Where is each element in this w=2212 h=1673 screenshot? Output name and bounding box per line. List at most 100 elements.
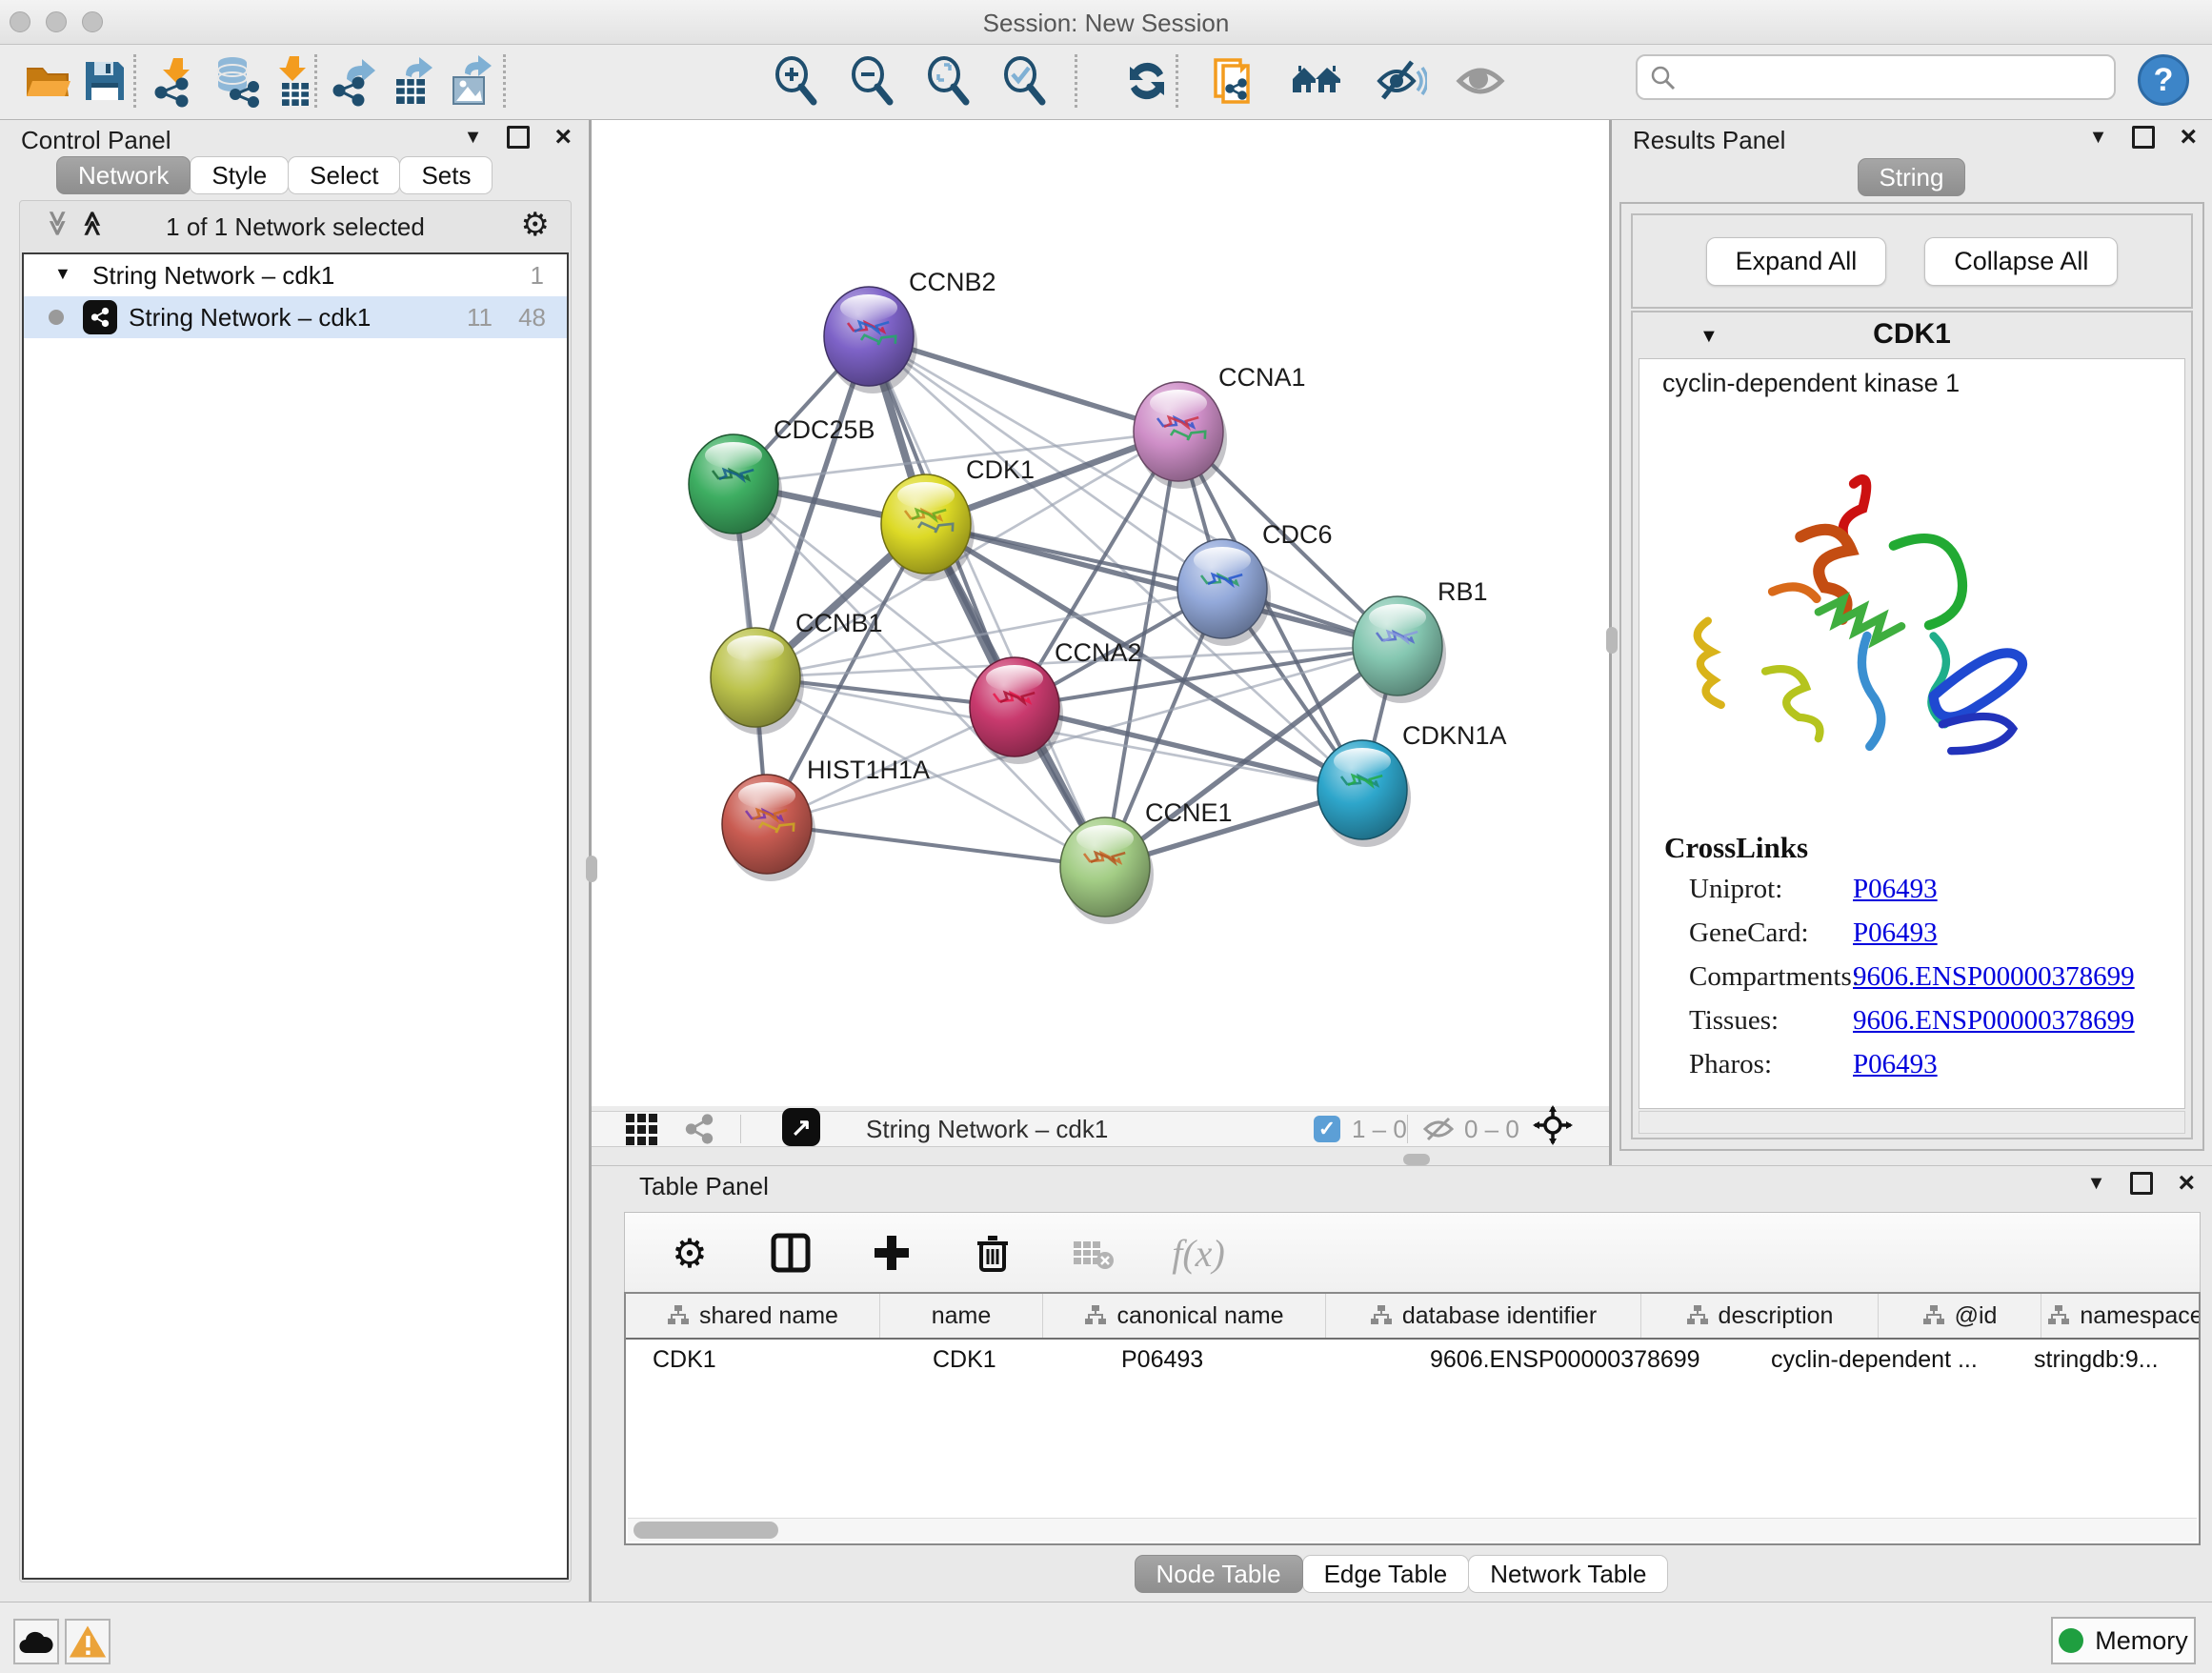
table-cell[interactable]: CDK1 xyxy=(906,1340,1095,1381)
selected-checkbox-icon[interactable]: ✓ xyxy=(1314,1116,1340,1142)
import-network-button[interactable] xyxy=(145,52,202,110)
network-node-CDK1[interactable]: CDK1 xyxy=(881,455,1035,581)
zoom-in-button[interactable] xyxy=(768,52,825,110)
panel-float-icon[interactable] xyxy=(2130,1172,2153,1195)
fit-selected-crosshair-icon[interactable] xyxy=(1533,1108,1573,1142)
zoom-fit-button[interactable] xyxy=(920,52,977,110)
tree-expander-icon[interactable]: ▼ xyxy=(54,264,71,284)
collapse-all-button[interactable]: Collapse All xyxy=(1924,237,2118,286)
panel-collapse-icon[interactable]: ▼ xyxy=(2087,1173,2106,1195)
scrollbar-thumb[interactable] xyxy=(633,1522,778,1539)
panel-float-icon[interactable] xyxy=(507,126,530,149)
import-database-button[interactable] xyxy=(208,52,265,110)
column-header-database-identifier[interactable]: database identifier xyxy=(1326,1294,1641,1338)
table-cell[interactable]: stringdb xyxy=(2196,1340,2201,1381)
results-scroll-strip[interactable] xyxy=(1639,1111,2185,1134)
network-node-CDC6[interactable]: CDC6 xyxy=(1177,520,1333,646)
cloud-button[interactable] xyxy=(13,1619,59,1664)
column-header-description[interactable]: description xyxy=(1641,1294,1879,1338)
zoom-out-button[interactable] xyxy=(844,52,901,110)
tab-string[interactable]: String xyxy=(1858,158,1966,196)
tab-edge-table[interactable]: Edge Table xyxy=(1302,1555,1470,1593)
panel-float-icon[interactable] xyxy=(2132,126,2155,149)
crosslink-link[interactable]: 9606.ENSP00000378699 xyxy=(1853,961,2135,993)
panel-close-icon[interactable]: × xyxy=(554,129,572,146)
zoom-selected-button[interactable] xyxy=(996,52,1054,110)
table-cell[interactable]: cyclin-dependent ... xyxy=(1744,1340,2007,1381)
table-row[interactable]: CDK1CDK1P064939606.ENSP00000378699cyclin… xyxy=(626,1340,2199,1381)
column-header-name[interactable]: name xyxy=(880,1294,1043,1338)
apply-layout-button[interactable] xyxy=(1118,52,1176,110)
network-node-CDKN1A[interactable]: CDKN1A xyxy=(1317,721,1507,847)
export-image-button[interactable] xyxy=(442,52,499,110)
column-header-shared-name[interactable]: shared name xyxy=(626,1294,880,1338)
tab-style[interactable]: Style xyxy=(190,156,289,194)
warnings-button[interactable] xyxy=(65,1619,111,1664)
node-table[interactable]: shared namenamecanonical namedatabase id… xyxy=(624,1292,2201,1545)
network-tree-root-row[interactable]: ▼ String Network – cdk1 1 xyxy=(24,254,567,296)
network-node-RB1[interactable]: RB1 xyxy=(1353,577,1488,703)
show-columns-button[interactable] xyxy=(766,1228,815,1278)
left-splitter-handle[interactable] xyxy=(586,856,597,882)
horizontal-splitter-handle[interactable] xyxy=(1403,1154,1430,1165)
tab-select[interactable]: Select xyxy=(288,156,400,194)
network-share-icon[interactable] xyxy=(683,1112,715,1146)
save-session-button[interactable] xyxy=(76,52,133,110)
crosslink-link[interactable]: P06493 xyxy=(1853,1049,1938,1080)
column-header-canonical-name[interactable]: canonical name xyxy=(1043,1294,1326,1338)
hierarchy-icon xyxy=(1370,1304,1393,1327)
crosslink-link[interactable]: 9606.ENSP00000378699 xyxy=(1853,1005,2135,1037)
tab-network-table[interactable]: Network Table xyxy=(1468,1555,1668,1593)
network-node-CCNE1[interactable]: CCNE1 xyxy=(1060,798,1233,924)
crosslink-link[interactable]: P06493 xyxy=(1853,874,1938,905)
node-label-CCNB1: CCNB1 xyxy=(795,609,883,637)
panel-close-icon[interactable]: × xyxy=(2180,129,2197,146)
column-header-namespace[interactable]: namespace xyxy=(2041,1294,2201,1338)
crosslink-row: Pharos:P06493 xyxy=(1689,1049,2175,1093)
panel-close-icon[interactable]: × xyxy=(2178,1175,2195,1192)
app-window: Session: New Session xyxy=(0,0,2212,1671)
network-node-HIST1H1A[interactable]: HIST1H1A xyxy=(722,756,930,881)
grid-view-icon[interactable] xyxy=(626,1112,657,1146)
search-input[interactable] xyxy=(1687,58,2101,94)
table-cell[interactable]: P06493 xyxy=(1095,1340,1403,1381)
crosslink-link[interactable]: P06493 xyxy=(1853,917,1938,949)
hierarchy-icon xyxy=(667,1304,690,1327)
gene-name: CDK1 xyxy=(1633,318,2191,351)
expand-all-button[interactable]: Expand All xyxy=(1706,237,1887,286)
open-session-button[interactable] xyxy=(19,52,76,110)
column-header--id[interactable]: @id xyxy=(1879,1294,2041,1338)
export-table-button[interactable] xyxy=(385,52,442,110)
export-network-button[interactable] xyxy=(326,52,383,110)
help-button[interactable]: ? xyxy=(2138,54,2189,106)
panel-collapse-icon[interactable]: ▼ xyxy=(464,127,483,149)
right-splitter-handle[interactable] xyxy=(1606,627,1618,654)
show-hidden-button[interactable] xyxy=(1452,52,1509,110)
hierarchy-icon xyxy=(1922,1304,1945,1327)
table-cell[interactable]: 9606.ENSP00000378699 xyxy=(1403,1340,1744,1381)
tab-network[interactable]: Network xyxy=(56,156,191,194)
tab-node-table[interactable]: Node Table xyxy=(1135,1555,1303,1593)
delete-column-button[interactable] xyxy=(968,1228,1017,1278)
add-column-button[interactable] xyxy=(867,1228,916,1278)
network-view: CCNB2CCNA1CDC25BCDK1CDC6RB1CCNB1CCNA2CDK… xyxy=(592,120,1609,1165)
current-network-title: String Network – cdk1 xyxy=(866,1112,1108,1146)
table-horizontal-scrollbar[interactable] xyxy=(628,1518,2197,1542)
network-canvas[interactable]: CCNB2CCNA1CDC25BCDK1CDC6RB1CCNB1CCNA2CDK… xyxy=(592,120,1609,1106)
network-options-gear-icon[interactable]: ⚙ xyxy=(521,209,550,241)
hide-selected-button[interactable] xyxy=(1372,52,1429,110)
table-options-gear-icon[interactable]: ⚙ xyxy=(665,1228,714,1278)
show-all-button[interactable] xyxy=(1288,52,1345,110)
birdseye-view-button[interactable]: ↗ xyxy=(782,1110,820,1144)
memory-label: Memory xyxy=(2095,1626,2188,1656)
panel-collapse-icon[interactable]: ▼ xyxy=(2089,127,2108,149)
gene-section-header[interactable]: ▼ CDK1 xyxy=(1633,312,2191,358)
protein-structure-image xyxy=(1668,416,2163,816)
table-cell[interactable]: CDK1 xyxy=(626,1340,906,1381)
table-cell[interactable]: stringdb:9... xyxy=(2007,1340,2196,1381)
network-tree-child-row[interactable]: String Network – cdk1 11 48 xyxy=(24,296,567,338)
tab-sets[interactable]: Sets xyxy=(399,156,493,194)
clone-network-button[interactable] xyxy=(1204,52,1261,110)
memory-button[interactable]: Memory xyxy=(2051,1617,2196,1664)
table-panel-tabs: Node TableEdge TableNetwork Table xyxy=(592,1555,2212,1593)
